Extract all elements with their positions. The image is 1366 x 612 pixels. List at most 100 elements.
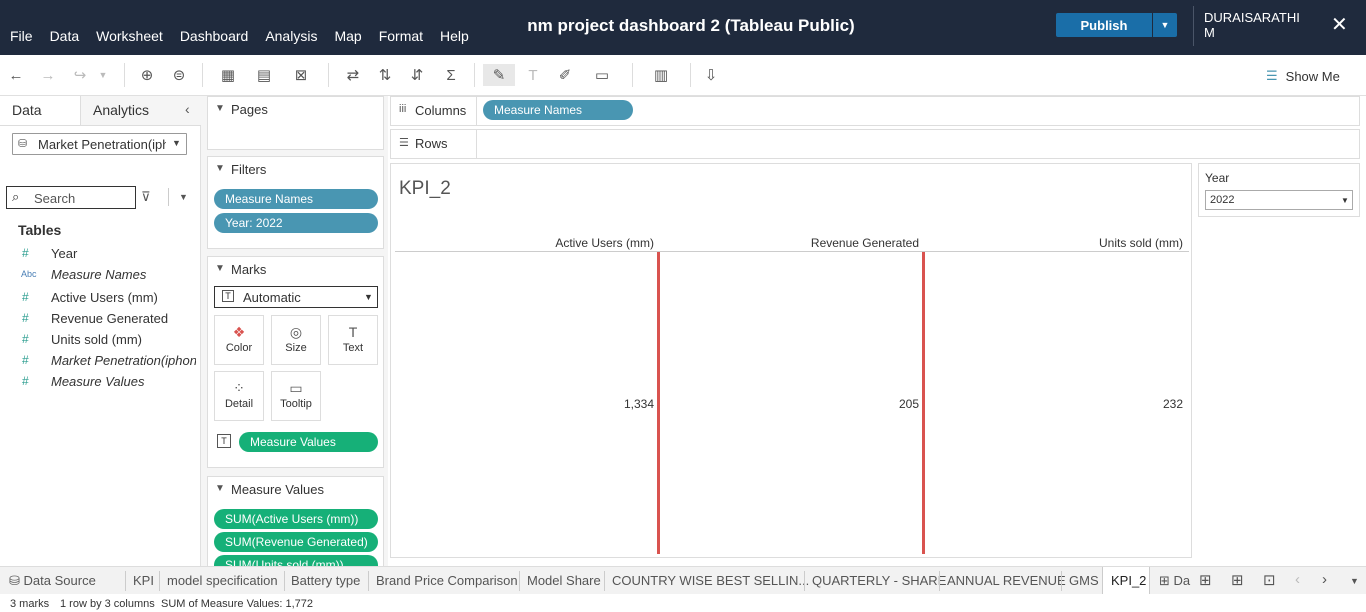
year-filter-select[interactable]: 2022 ▼ [1205, 190, 1353, 210]
collapse-icon[interactable]: ‹ [185, 101, 190, 117]
totals-icon[interactable]: Σ [438, 64, 464, 86]
worksheet-view[interactable]: KPI_2 Active Users (mm) Revenue Generate… [390, 163, 1192, 558]
duplicate-sheet-icon[interactable]: ▤ [252, 64, 276, 86]
worksheet-title: KPI_2 [399, 178, 451, 199]
redo-icon[interactable]: ↪ [68, 64, 92, 86]
close-icon[interactable]: ✕ [1331, 12, 1348, 37]
column-header[interactable]: Units sold (mm) [1099, 236, 1183, 250]
menu-data[interactable]: Data [50, 28, 80, 44]
menu-format[interactable]: Format [379, 28, 423, 44]
sheet-tab[interactable]: Battery type [291, 567, 360, 595]
menu-help[interactable]: Help [440, 28, 469, 44]
sheet-tab[interactable]: GMS [1069, 567, 1099, 595]
filter-pill[interactable]: Measure Names [214, 189, 378, 209]
mark-type-select[interactable]: T Automatic ▼ [214, 286, 378, 308]
tab-analytics[interactable]: Analytics ‹ [80, 96, 201, 126]
status-sum: SUM of Measure Values: 1,772 [161, 598, 314, 610]
back-icon[interactable]: ← [6, 64, 26, 86]
new-dashboard-icon[interactable]: ⊞ [1231, 567, 1244, 595]
menu-dashboard[interactable]: Dashboard [180, 28, 249, 44]
chevron-down-icon[interactable]: ▼ [179, 192, 188, 202]
swap-rows-columns-icon[interactable]: ⇄ [342, 64, 364, 86]
field-item[interactable]: # Measure Values [0, 371, 200, 392]
chevron-down-icon[interactable]: ▼ [1350, 567, 1359, 595]
scroll-left-icon[interactable]: ‹ [1295, 567, 1300, 595]
tab-label: Data Source [23, 573, 96, 588]
datasource-select[interactable]: ⛁ Market Penetration(iphone) ▼ [12, 133, 187, 155]
tab-data-source[interactable]: ⛁ Data Source [9, 567, 96, 595]
kpi-value[interactable]: 205 [899, 397, 919, 411]
pause-updates-icon[interactable]: ⊜ [168, 64, 190, 86]
field-label: Measure Values [51, 374, 145, 389]
show-cards-icon[interactable]: ▥ [644, 64, 678, 86]
sheet-tab[interactable]: KPI [133, 567, 154, 595]
sheet-tab[interactable]: Model Share [527, 567, 601, 595]
show-me-button[interactable]: ☰ Show Me [1266, 68, 1340, 84]
rows-shelf[interactable]: ☰ Rows [390, 129, 1360, 159]
color-button[interactable]: ❖ Color [214, 315, 264, 365]
menu-analysis[interactable]: Analysis [265, 28, 317, 44]
measure-icon: # [22, 374, 29, 388]
sheet-tab-active[interactable]: KPI_2 [1102, 567, 1150, 595]
sort-descending-icon[interactable]: ⇵ [406, 64, 428, 86]
chevron-down-icon[interactable]: ▼ [215, 483, 225, 494]
tab-data[interactable]: Data [12, 102, 42, 118]
new-worksheet-icon[interactable]: ▦ [214, 64, 242, 86]
detail-button[interactable]: ⁘ Detail [214, 371, 264, 421]
divider [168, 188, 169, 206]
sheet-tab[interactable]: ANNUAL REVENUE [947, 567, 1066, 595]
dashboard-tab[interactable]: ⊞ Da [1159, 567, 1191, 595]
scroll-right-icon[interactable]: › [1322, 567, 1327, 595]
show-labels-icon[interactable]: T [522, 64, 544, 86]
publish-button[interactable]: Publish [1056, 13, 1152, 37]
filter-icon[interactable]: ⊽ [141, 189, 151, 205]
sheet-tab[interactable]: COUNTRY WISE BEST SELLIN... [612, 567, 809, 595]
menu-map[interactable]: Map [334, 28, 361, 44]
publish-dropdown-button[interactable]: ▼ [1153, 13, 1177, 37]
highlight-icon[interactable]: ✎ [483, 64, 515, 86]
marks-pill[interactable]: Measure Values [239, 432, 378, 452]
sheet-tab[interactable]: QUARTERLY - SHARE [812, 567, 946, 595]
tooltip-button[interactable]: ▭ Tooltip [271, 371, 321, 421]
field-item[interactable]: # Market Penetration(iphone) [0, 350, 200, 371]
chevron-down-icon[interactable]: ▼ [215, 263, 225, 274]
menu-file[interactable]: File [10, 28, 33, 44]
search-input[interactable]: ⌕ Search [6, 186, 136, 209]
size-button[interactable]: ◎ Size [271, 315, 321, 365]
user-menu[interactable]: DURAISARATHI M [1204, 10, 1300, 40]
clear-sheet-icon[interactable]: ⊠ [286, 64, 316, 86]
data-pane: Data Analytics ‹ ⛁ Market Penetration(ip… [0, 96, 201, 566]
presentation-mode-icon[interactable]: ⇩ [700, 64, 722, 86]
columns-pill[interactable]: Measure Names [483, 100, 633, 120]
column-header[interactable]: Active Users (mm) [555, 236, 654, 250]
divider [804, 571, 805, 591]
kpi-value[interactable]: 1,334 [624, 397, 654, 411]
field-item[interactable]: # Year [0, 243, 200, 264]
measure-value-pill[interactable]: SUM(Active Users (mm)) [214, 509, 378, 529]
sheet-tab[interactable]: Brand Price Comparison [376, 567, 518, 595]
field-item[interactable]: # Units sold (mm) [0, 329, 200, 350]
chevron-down-icon[interactable]: ▼ [96, 64, 110, 86]
field-item[interactable]: # Revenue Generated [0, 308, 200, 329]
pages-card[interactable]: ▼ Pages [207, 96, 384, 150]
text-button[interactable]: T Text [328, 315, 378, 365]
measure-value-pill[interactable]: SUM(Revenue Generated) [214, 532, 378, 552]
new-worksheet-icon[interactable]: ⊞ [1199, 567, 1212, 595]
kpi-value[interactable]: 232 [1163, 397, 1183, 411]
new-story-icon[interactable]: ⊡ [1263, 567, 1276, 595]
columns-shelf[interactable]: iii Columns Measure Names [390, 96, 1360, 126]
filter-pill[interactable]: Year: 2022 [214, 213, 378, 233]
fit-view-icon[interactable]: ▭ [586, 64, 618, 86]
pages-label: Pages [231, 102, 268, 117]
chevron-down-icon[interactable]: ▼ [215, 163, 225, 174]
menu-worksheet[interactable]: Worksheet [96, 28, 163, 44]
forward-icon[interactable]: → [38, 64, 58, 86]
field-item[interactable]: Abc Measure Names [0, 264, 200, 285]
new-datasource-icon[interactable]: ⊕ [136, 64, 158, 86]
field-item[interactable]: # Active Users (mm) [0, 287, 200, 308]
format-workbook-icon[interactable]: ✐ [554, 64, 576, 86]
sheet-tab[interactable]: model specification [167, 567, 278, 595]
column-header[interactable]: Revenue Generated [811, 236, 919, 250]
chevron-down-icon[interactable]: ▼ [215, 103, 225, 114]
sort-ascending-icon[interactable]: ⇅ [374, 64, 396, 86]
